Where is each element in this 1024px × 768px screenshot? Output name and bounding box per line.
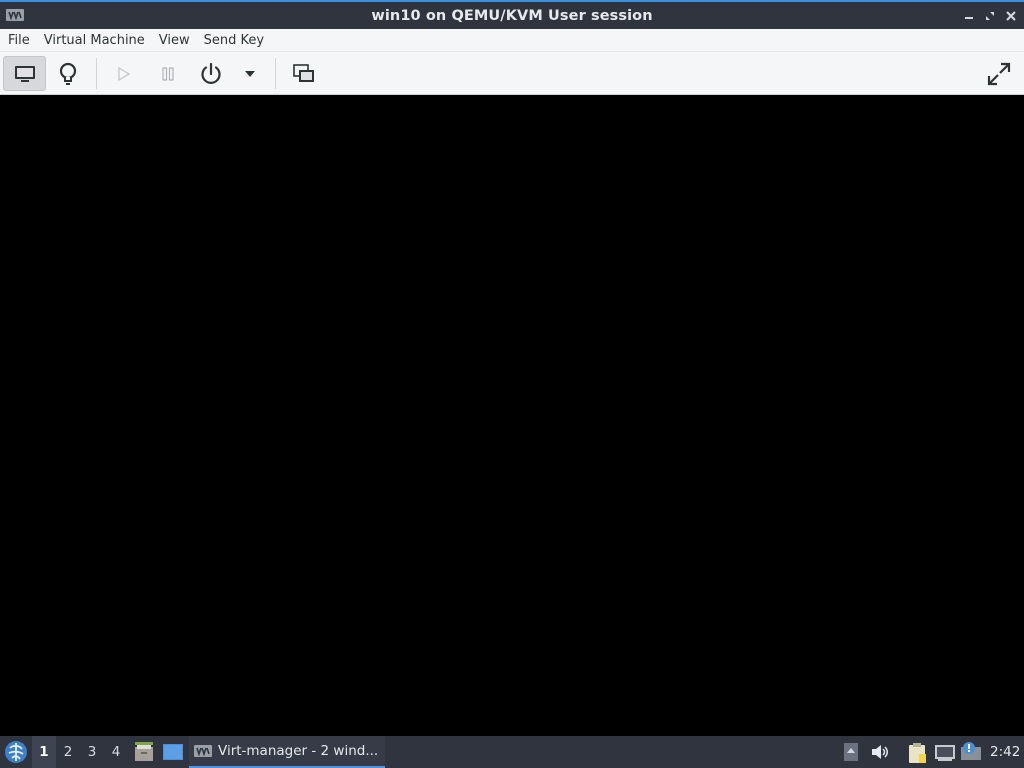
maximize-icon (985, 12, 994, 20)
close-button[interactable] (1000, 5, 1021, 27)
menu-file[interactable]: File (1, 29, 37, 52)
menu-send-key[interactable]: Send Key (197, 29, 271, 52)
run-button[interactable] (108, 56, 140, 91)
workspace-2[interactable]: 2 (56, 736, 80, 768)
task-label: Virt-manager - 2 wind... (218, 743, 379, 759)
minimize-icon (964, 17, 973, 19)
screenshot-icon (293, 63, 314, 82)
show-details-button[interactable] (50, 56, 86, 91)
volume-icon[interactable] (870, 742, 890, 762)
notification-icon[interactable] (960, 742, 982, 762)
power-icon (201, 62, 221, 84)
window-titlebar[interactable]: win10 on QEMU/KVM User session (0, 0, 1024, 29)
close-icon (1005, 11, 1016, 21)
toolbar (0, 52, 1024, 95)
pause-icon (162, 66, 174, 81)
network-icon[interactable] (934, 742, 956, 762)
window-title: win10 on QEMU/KVM User session (371, 7, 653, 24)
clipboard-icon[interactable] (906, 742, 928, 764)
maximize-button[interactable] (979, 5, 1000, 27)
menu-view[interactable]: View (152, 29, 197, 52)
fullscreen-icon (987, 62, 1011, 85)
screenshot-button[interactable] (288, 56, 320, 91)
virt-manager-task-icon (194, 745, 212, 757)
virt-manager-app-icon (6, 9, 24, 21)
fullscreen-button[interactable] (982, 56, 1016, 91)
start-menu-icon[interactable] (4, 740, 28, 764)
file-manager-icon[interactable] (134, 741, 154, 763)
shutdown-button[interactable] (195, 56, 227, 91)
workspace-4[interactable]: 4 (104, 736, 128, 768)
workspace-1[interactable]: 1 (32, 736, 56, 768)
pause-button[interactable] (152, 56, 184, 91)
lightbulb-icon (59, 62, 77, 85)
chevron-down-icon (245, 70, 255, 77)
taskbar-task-virt-manager[interactable]: Virt-manager - 2 wind... (189, 736, 385, 768)
show-desktop-icon[interactable] (163, 741, 183, 763)
taskbar: 1 2 3 4 Virt-manager - 2 wind... 2:42 (0, 736, 1024, 768)
shutdown-menu-button[interactable] (238, 56, 262, 91)
monitor-icon (14, 65, 35, 82)
menu-virtual-machine[interactable]: Virtual Machine (37, 29, 152, 52)
minimize-button[interactable] (958, 5, 979, 27)
arrow-up-icon[interactable] (843, 742, 859, 762)
show-console-button[interactable] (3, 56, 46, 91)
vm-console-display[interactable] (0, 95, 1024, 736)
taskbar-clock[interactable]: 2:42 (990, 736, 1020, 768)
workspace-3[interactable]: 3 (80, 736, 104, 768)
menu-bar: File Virtual Machine View Send Key (0, 29, 1024, 52)
play-icon (118, 66, 131, 81)
